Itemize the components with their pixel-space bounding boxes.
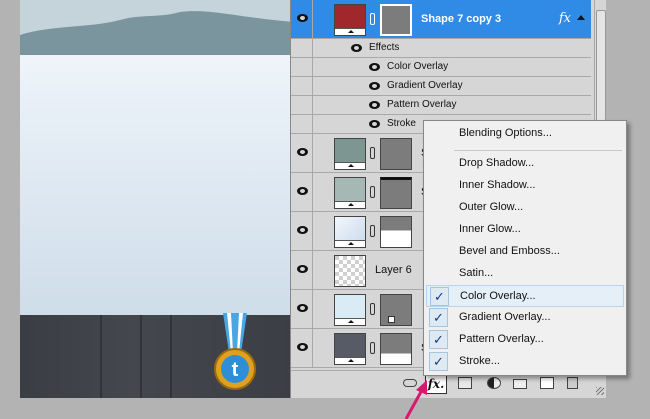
visibility-toggle[interactable] bbox=[291, 290, 313, 328]
visibility-toggle[interactable] bbox=[291, 134, 313, 172]
svg-text:t: t bbox=[232, 359, 239, 381]
layer-name: Shape 7 copy 3 bbox=[421, 13, 502, 25]
layer-row-selected[interactable]: Shape 7 copy 3 fx bbox=[291, 0, 591, 39]
pointer-arrow-icon bbox=[404, 380, 427, 419]
layer-thumbnail bbox=[334, 4, 366, 36]
effects-header: Effects bbox=[369, 42, 400, 53]
menu-item-label: Outer Glow... bbox=[459, 201, 524, 213]
menu-item-satin[interactable]: Satin... bbox=[426, 263, 624, 285]
adjustment-layer-icon[interactable] bbox=[487, 377, 501, 389]
menu-item-label: Pattern Overlay... bbox=[459, 333, 544, 345]
eye-icon[interactable] bbox=[369, 120, 380, 128]
menu-item-label: Gradient Overlay... bbox=[459, 311, 551, 323]
menu-item-label: Blending Options... bbox=[459, 127, 552, 139]
link-chain-icon[interactable] bbox=[370, 225, 375, 237]
eye-icon[interactable] bbox=[369, 82, 380, 90]
menu-item-inner-glow[interactable]: Inner Glow... bbox=[426, 219, 624, 241]
menu-item-pattern-overlay[interactable]: ✓ Pattern Overlay... bbox=[426, 329, 624, 351]
layer-thumbnail bbox=[334, 255, 366, 287]
delete-layer-icon[interactable] bbox=[567, 377, 578, 389]
menu-item-gradient-overlay[interactable]: ✓ Gradient Overlay... bbox=[426, 307, 624, 329]
menu-item-color-overlay[interactable]: ✓ Color Overlay... bbox=[426, 285, 624, 307]
menu-item-label: Drop Shadow... bbox=[459, 157, 535, 169]
link-chain-icon[interactable] bbox=[370, 13, 375, 25]
menu-separator bbox=[454, 150, 622, 151]
layer-thumbnail bbox=[334, 216, 366, 248]
menu-item-blending-options[interactable]: Blending Options... bbox=[426, 123, 624, 145]
effect-label: Pattern Overlay bbox=[387, 99, 457, 110]
menu-item-bevel-and-emboss[interactable]: Bevel and Emboss... bbox=[426, 241, 624, 263]
effect-row-pattern-overlay[interactable]: Pattern Overlay bbox=[291, 96, 591, 115]
menu-item-stroke[interactable]: ✓ Stroke... bbox=[426, 351, 624, 373]
visibility-toggle[interactable] bbox=[291, 329, 313, 367]
effect-row-gradient-overlay[interactable]: Gradient Overlay bbox=[291, 77, 591, 96]
layer-name: Layer 6 bbox=[375, 264, 412, 276]
layer-thumbnail bbox=[334, 333, 366, 365]
link-chain-icon[interactable] bbox=[370, 342, 375, 354]
new-layer-icon[interactable] bbox=[540, 377, 554, 389]
new-group-icon[interactable] bbox=[513, 379, 527, 389]
visibility-toggle[interactable] bbox=[291, 251, 313, 289]
eye-icon bbox=[297, 148, 308, 156]
eye-icon bbox=[297, 265, 308, 273]
canvas-content-panel bbox=[20, 55, 296, 315]
check-icon: ✓ bbox=[429, 330, 448, 349]
twitter-medal-icon: t bbox=[214, 313, 256, 390]
effect-label: Gradient Overlay bbox=[387, 80, 463, 91]
layer-thumbnail bbox=[334, 138, 366, 170]
eye-icon[interactable] bbox=[351, 44, 362, 52]
visibility-toggle[interactable] bbox=[291, 212, 313, 250]
expand-effects-icon[interactable] bbox=[577, 15, 585, 20]
check-icon: ✓ bbox=[429, 352, 448, 371]
menu-item-inner-shadow[interactable]: Inner Shadow... bbox=[426, 175, 624, 197]
eye-icon[interactable] bbox=[369, 101, 380, 109]
layer-style-menu: Blending Options... Drop Shadow... Inner… bbox=[423, 120, 627, 376]
visibility-toggle[interactable] bbox=[291, 39, 313, 58]
vector-mask-thumbnail[interactable] bbox=[380, 294, 412, 326]
menu-item-label: Color Overlay... bbox=[460, 290, 536, 302]
visibility-toggle[interactable] bbox=[291, 0, 313, 38]
menu-item-label: Inner Glow... bbox=[459, 223, 521, 235]
effects-group-row[interactable]: Effects bbox=[291, 39, 591, 58]
layer-thumbnail bbox=[334, 177, 366, 209]
menu-item-label: Stroke... bbox=[459, 355, 500, 367]
eye-icon bbox=[297, 343, 308, 351]
add-mask-icon[interactable] bbox=[458, 377, 472, 389]
visibility-toggle[interactable] bbox=[291, 173, 313, 211]
eye-icon[interactable] bbox=[369, 63, 380, 71]
resize-grip-icon[interactable] bbox=[596, 387, 604, 395]
scroll-thumb[interactable] bbox=[596, 10, 606, 130]
check-icon: ✓ bbox=[430, 287, 449, 306]
effect-label: Stroke bbox=[387, 118, 416, 129]
link-chain-icon[interactable] bbox=[370, 303, 375, 315]
eye-icon bbox=[297, 304, 308, 312]
vector-mask-thumbnail[interactable] bbox=[380, 138, 412, 170]
vector-mask-thumbnail[interactable] bbox=[380, 216, 412, 248]
link-chain-icon[interactable] bbox=[370, 186, 375, 198]
link-chain-icon[interactable] bbox=[370, 147, 375, 159]
eye-icon bbox=[297, 226, 308, 234]
menu-item-label: Satin... bbox=[459, 267, 494, 279]
fx-badge-icon[interactable]: fx bbox=[559, 11, 571, 26]
vector-mask-thumbnail[interactable] bbox=[380, 333, 412, 365]
eye-icon bbox=[297, 187, 308, 195]
layer-thumbnail bbox=[334, 294, 366, 326]
menu-item-drop-shadow[interactable]: Drop Shadow... bbox=[426, 153, 624, 175]
menu-item-outer-glow[interactable]: Outer Glow... bbox=[426, 197, 624, 219]
check-icon: ✓ bbox=[429, 308, 448, 327]
effect-label: Color Overlay bbox=[387, 61, 449, 72]
eye-icon bbox=[297, 14, 308, 22]
vector-mask-thumbnail[interactable] bbox=[380, 4, 412, 36]
menu-item-label: Inner Shadow... bbox=[459, 179, 536, 191]
document-canvas[interactable]: t bbox=[20, 0, 296, 398]
vector-mask-thumbnail[interactable] bbox=[380, 177, 412, 209]
effect-row-color-overlay[interactable]: Color Overlay bbox=[291, 58, 591, 77]
menu-item-label: Bevel and Emboss... bbox=[459, 245, 560, 257]
